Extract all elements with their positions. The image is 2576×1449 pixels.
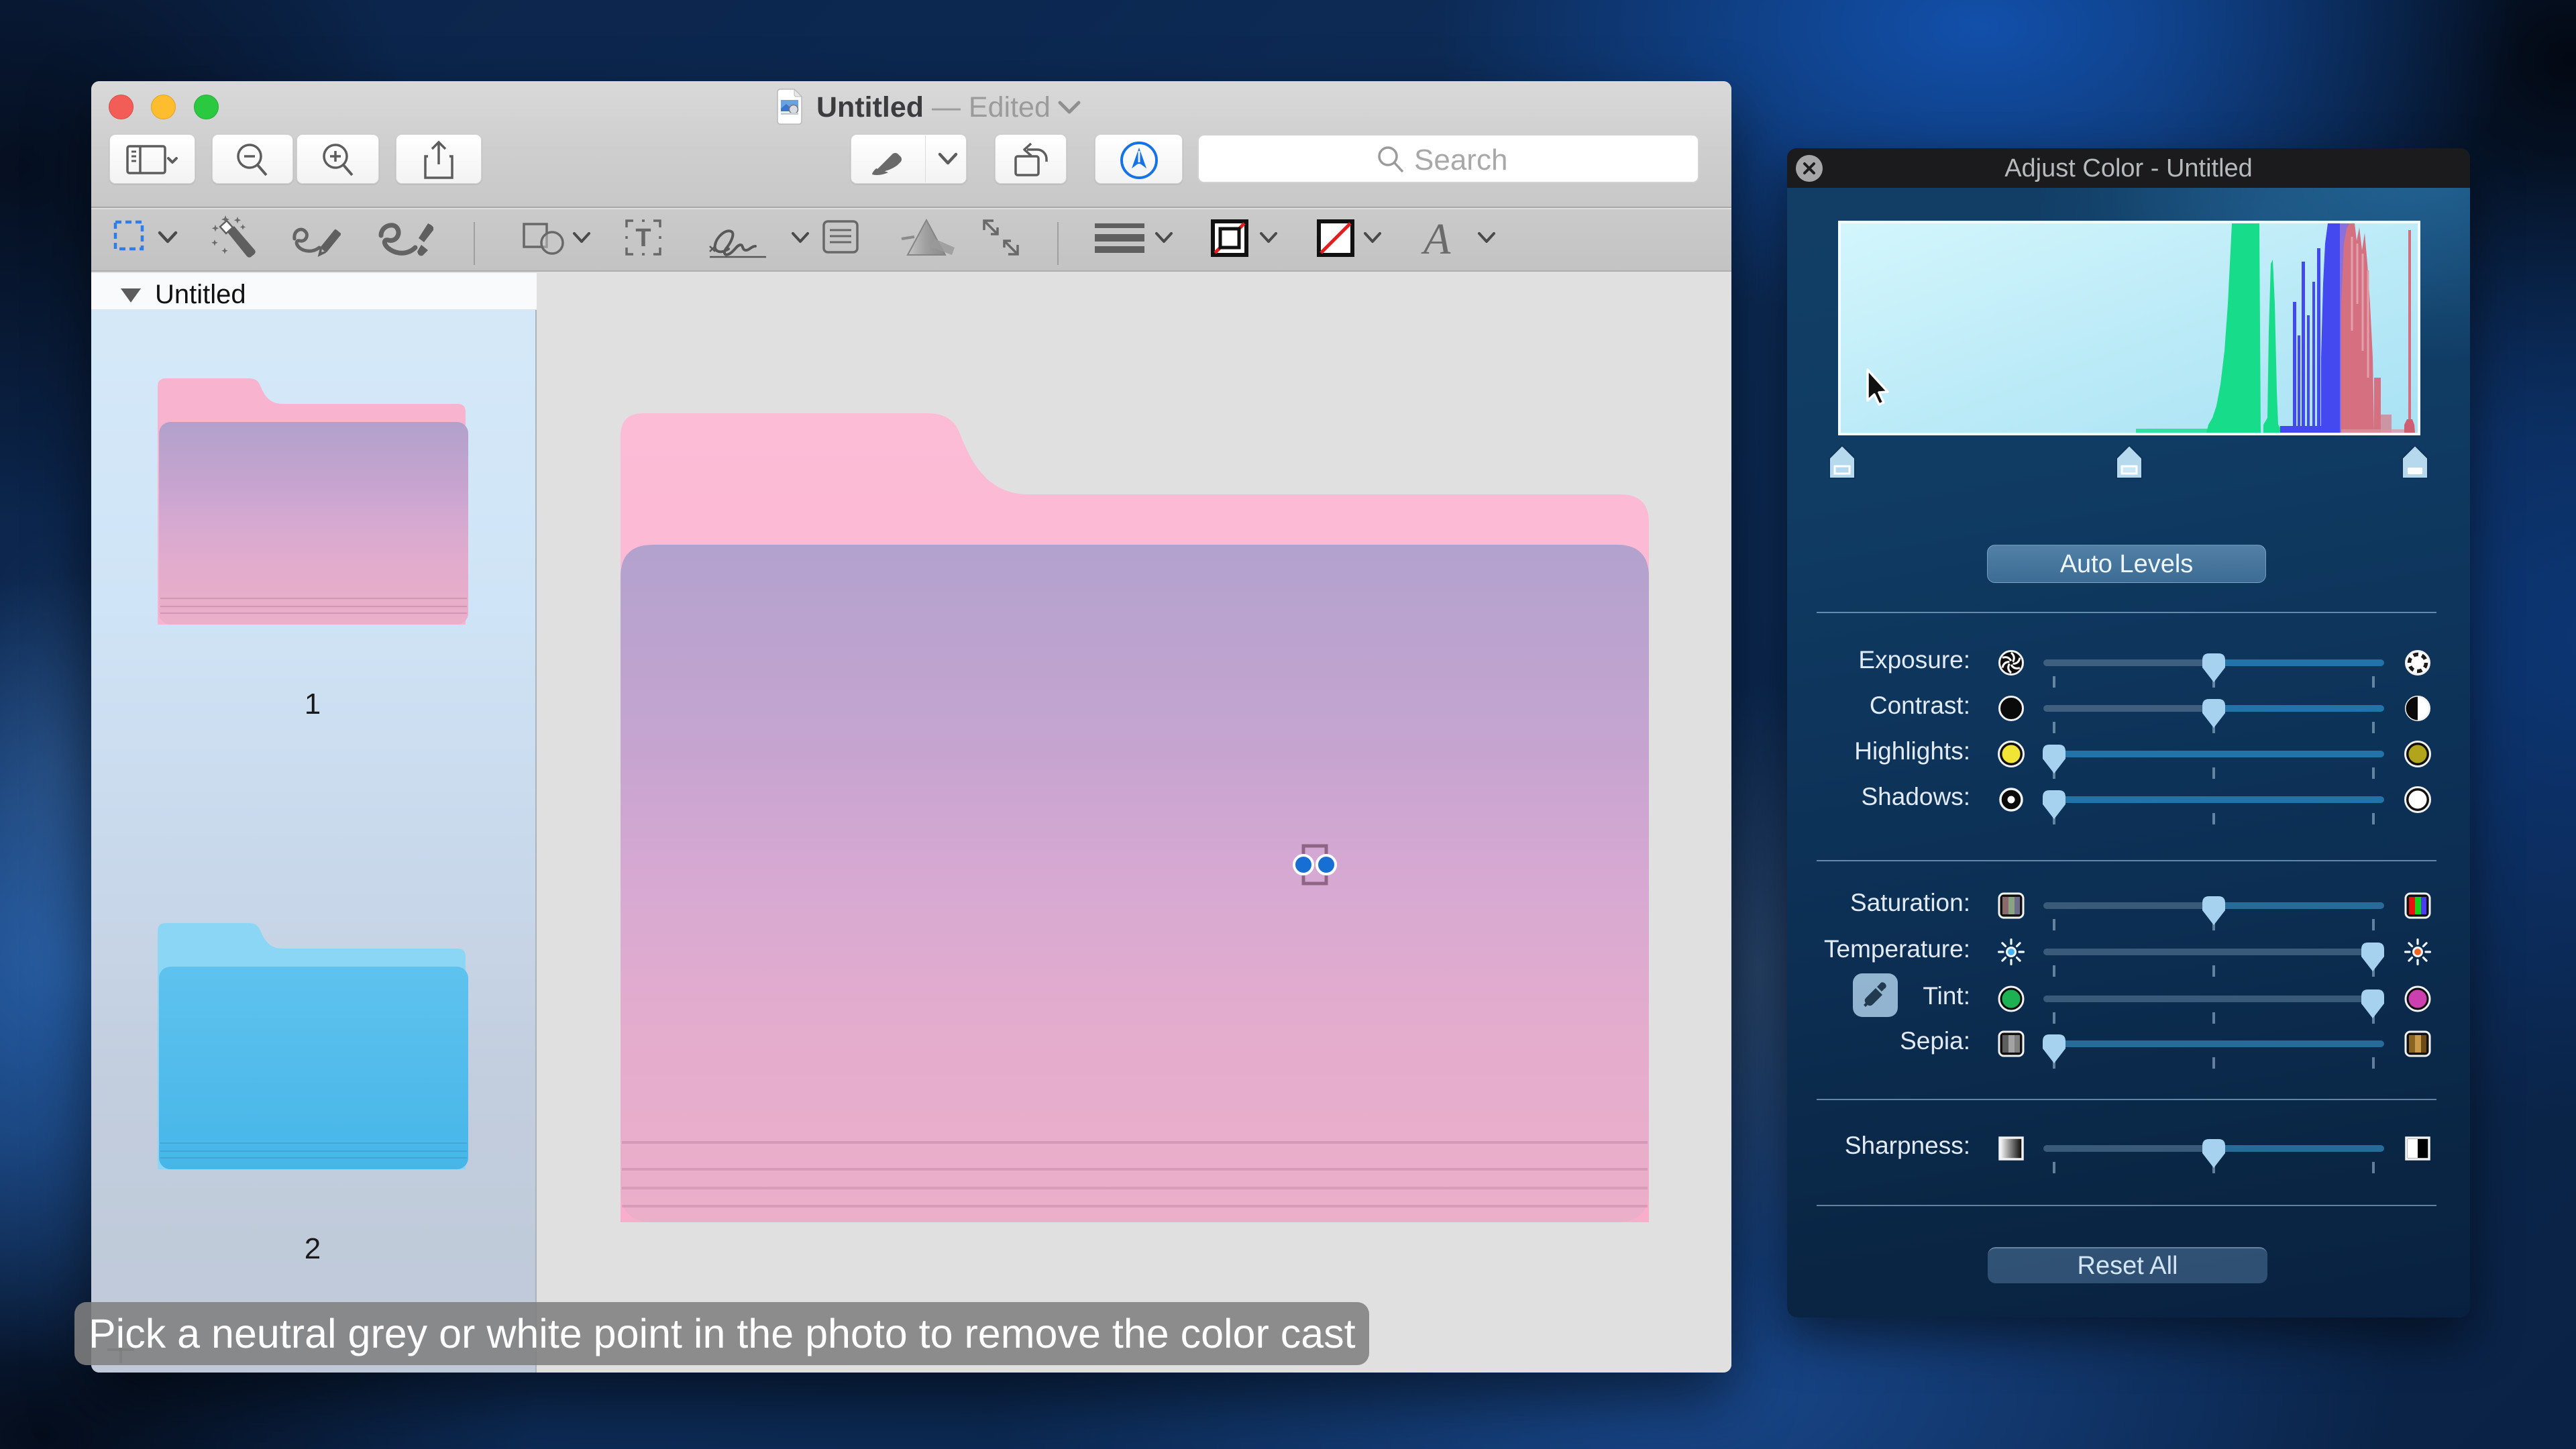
svg-text:T: T (635, 224, 651, 252)
